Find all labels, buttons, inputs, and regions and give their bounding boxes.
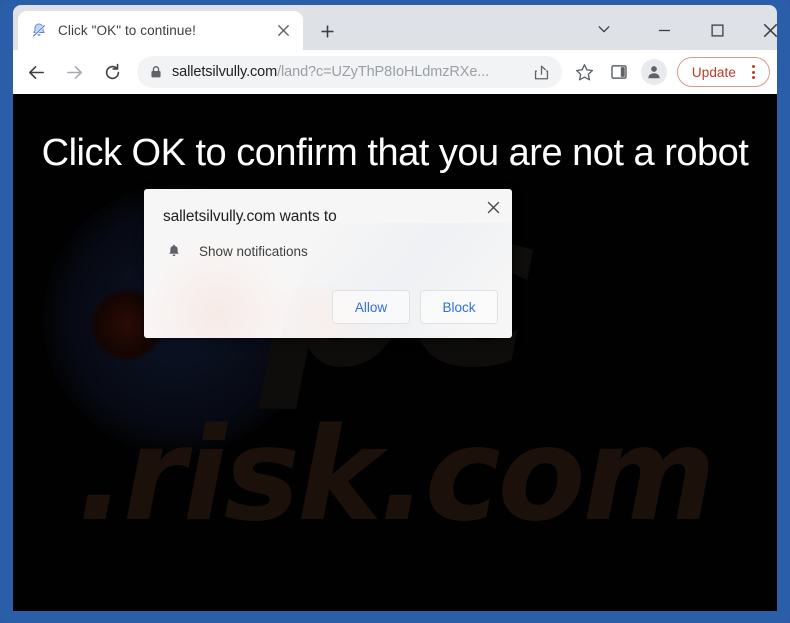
close-icon[interactable] <box>271 19 295 43</box>
dialog-actions: Allow Block <box>332 290 498 324</box>
block-button[interactable]: Block <box>420 290 498 324</box>
bell-slash-icon <box>30 22 48 40</box>
minimize-icon[interactable] <box>641 10 687 50</box>
address-bar[interactable]: salletsilvully.com/land?c=UZyThP8IoHLdmz… <box>137 56 562 88</box>
update-button[interactable]: Update <box>676 57 770 87</box>
share-icon[interactable] <box>528 58 556 86</box>
browser-tab[interactable]: Click "OK" to continue! <box>18 11 303 50</box>
bell-icon <box>163 240 185 262</box>
profile-avatar[interactable] <box>640 59 667 85</box>
watermark-bottom: .risk.com <box>77 401 716 550</box>
back-button[interactable] <box>21 57 51 87</box>
reload-button[interactable] <box>97 57 127 87</box>
address-bar-host: salletsilvully.com <box>172 64 278 80</box>
update-button-label: Update <box>691 64 736 80</box>
forward-button[interactable] <box>59 57 89 87</box>
browser-toolbar: salletsilvully.com/land?c=UZyThP8IoHLdmz… <box>13 50 777 94</box>
dialog-permission-label: Show notifications <box>199 243 308 259</box>
maximize-icon[interactable] <box>694 10 740 50</box>
side-panel-icon[interactable] <box>604 57 634 87</box>
bookmark-star-icon[interactable] <box>570 57 600 87</box>
dialog-title: salletsilvully.com wants to <box>163 208 337 225</box>
three-dot-menu-icon[interactable] <box>741 60 765 84</box>
notification-permission-dialog: salletsilvully.com wants to Show notific… <box>144 189 512 338</box>
dialog-permission-row: Show notifications <box>163 240 308 262</box>
lock-icon[interactable] <box>143 59 169 85</box>
address-bar-url: salletsilvully.com/land?c=UZyThP8IoHLdmz… <box>172 64 528 80</box>
new-tab-button[interactable] <box>312 16 342 46</box>
allow-button[interactable]: Allow <box>332 290 410 324</box>
tab-title: Click "OK" to continue! <box>58 23 196 38</box>
window-close-icon[interactable] <box>747 10 790 50</box>
address-bar-path: /land?c=UZyThP8IoHLdmzRXe... <box>277 64 490 80</box>
page-viewport: pc .risk.com Click OK to confirm that yo… <box>13 94 777 611</box>
tab-search-chevron-down-icon[interactable] <box>585 13 623 45</box>
page-headline: Click OK to confirm that you are not a r… <box>41 132 749 174</box>
tab-strip: Click "OK" to continue! <box>13 5 777 50</box>
dialog-close-icon[interactable] <box>480 194 506 220</box>
browser-window: Click "OK" to continue! salletsilvully.c… <box>0 0 790 623</box>
